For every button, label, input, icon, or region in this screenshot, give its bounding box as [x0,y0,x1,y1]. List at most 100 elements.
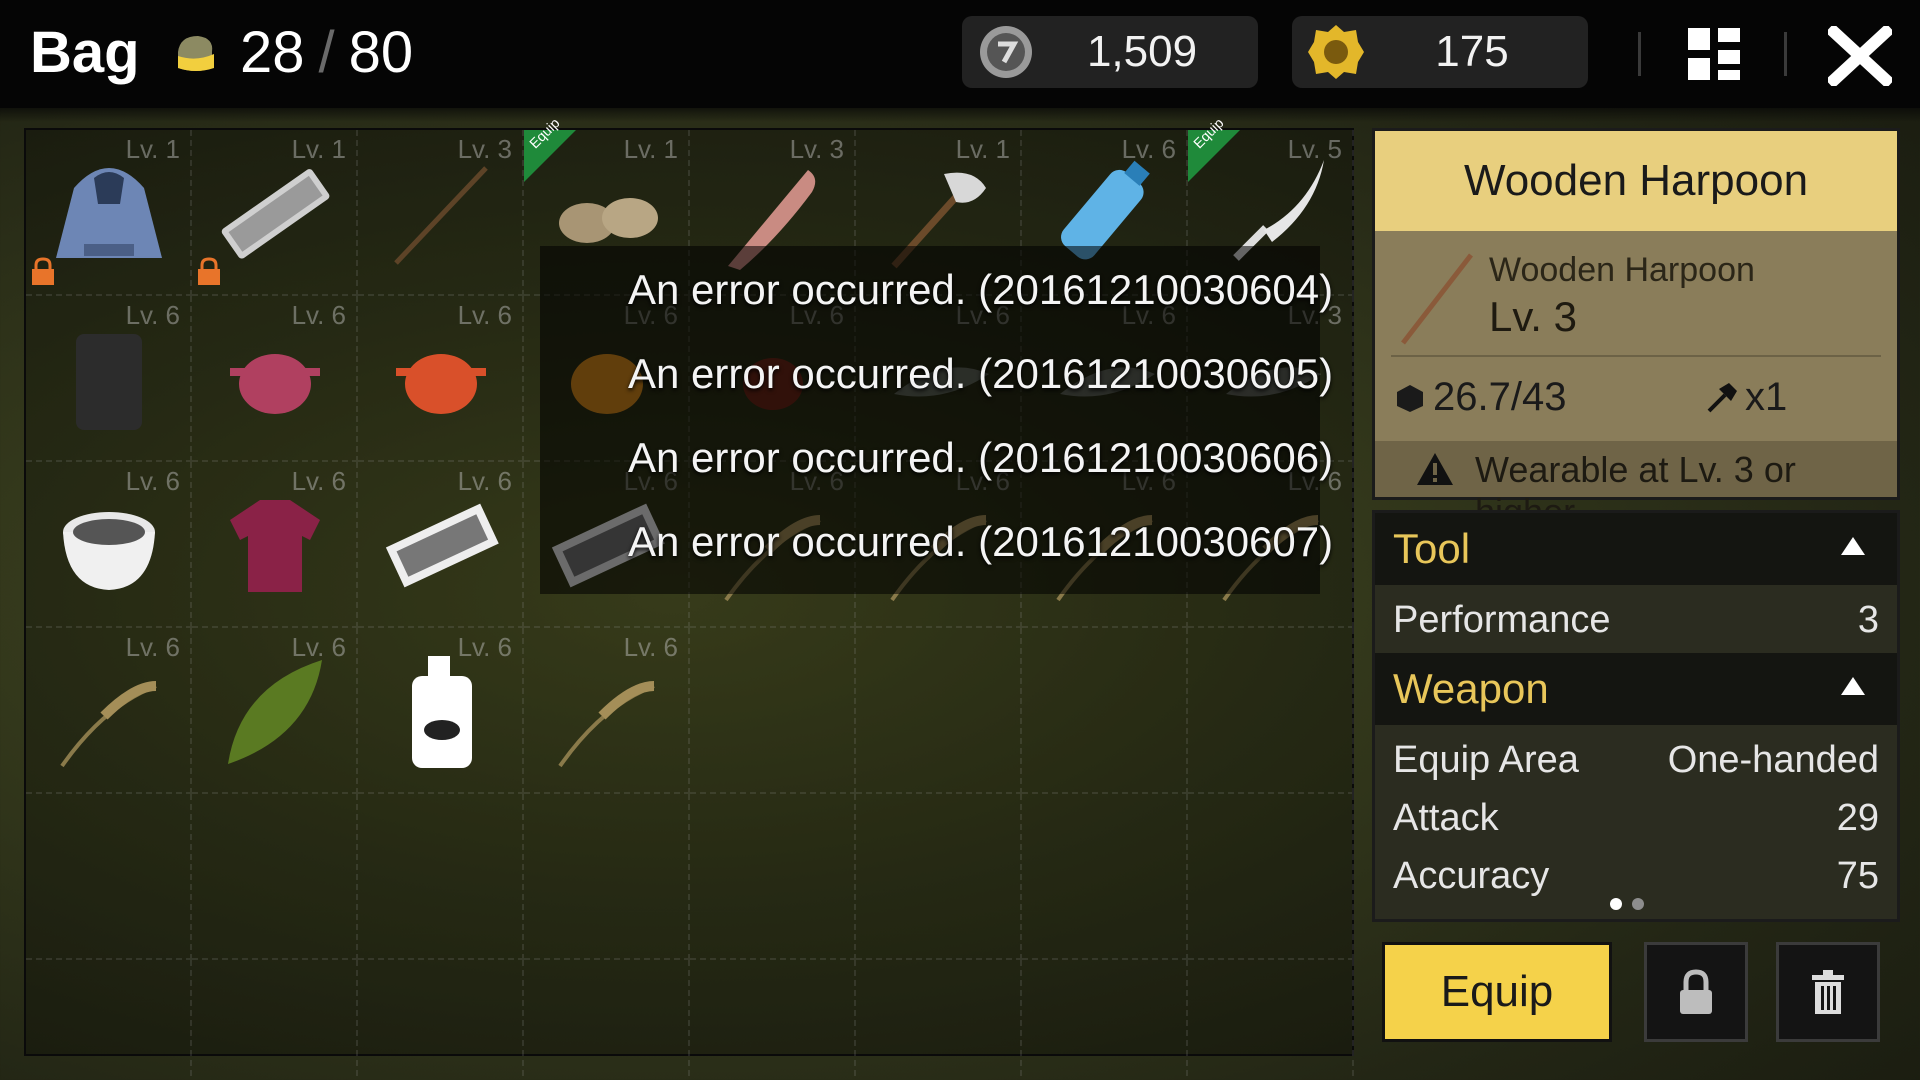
inventory-slot[interactable] [1188,960,1354,1080]
delete-button[interactable] [1776,942,1880,1042]
bag-icon [178,36,214,71]
inventory-slot[interactable]: Lv. 6 [26,462,192,628]
error-message: An error occurred. (20161210030604) [628,266,1334,313]
inventory-slot[interactable]: Lv. 3 [358,130,524,296]
gear-coin-icon [1308,25,1364,79]
inventory-slot[interactable] [856,628,1022,794]
inventory-slot[interactable]: Lv. 6 [192,462,358,628]
error-message: An error occurred. (20161210030606) [628,434,1334,481]
page-dot[interactable] [1610,898,1622,910]
inventory-slot[interactable]: Lv. 6 [26,628,192,794]
raspberry-icon [230,354,320,414]
stat-value: 29 [1836,797,1879,839]
weapon-section-header[interactable]: Weapon [1375,653,1897,725]
capacity-max: 80 [348,20,414,85]
divider [1784,32,1787,76]
currency2-value: 175 [1435,27,1509,76]
inventory-slot[interactable] [690,960,856,1080]
stat-row: Performance 3 [1393,599,1879,651]
inventory-slot[interactable] [856,960,1022,1080]
cloth-bag-icon [76,334,142,430]
inventory-slot[interactable]: Lv. 1 [192,130,358,296]
inventory-slot[interactable] [1188,628,1354,794]
requirement-bar: Wearable at Lv. 3 or higher [1375,441,1897,532]
inventory-slot[interactable] [358,794,524,960]
page-indicator [1610,898,1644,910]
error-message: An error occurred. (20161210030605) [628,350,1334,397]
capacity-separator: / [318,20,335,85]
stat-label: Attack [1393,797,1499,839]
stat-value: 3 [1857,599,1879,641]
stat-value: One-handed [1667,739,1879,781]
inventory-slot[interactable]: Lv. 6 [524,628,690,794]
lock-icon [32,257,54,285]
page-title: Bag [30,20,140,85]
inventory-slot[interactable]: Lv. 6 [358,628,524,794]
inventory-slot[interactable] [358,960,524,1080]
wheat-icon [60,681,157,768]
item-title: Wooden Harpoon [1463,156,1809,205]
tool-section-header[interactable]: Tool [1375,513,1897,585]
divider [1391,355,1881,357]
collapse-icon[interactable] [1841,537,1865,555]
divider [1638,32,1641,76]
inventory-slot[interactable] [1188,794,1354,960]
bleach-bottle-icon [412,656,472,768]
inventory-slot[interactable] [26,960,192,1080]
stat-row: Attack 29 [1393,797,1879,849]
lock-button[interactable] [1644,942,1748,1042]
lock-icon [1680,969,1712,1014]
inventory-slot[interactable] [1022,960,1188,1080]
equip-button[interactable]: Equip [1382,942,1612,1042]
keyboard-icon [221,169,330,259]
item-count: x1 [1705,375,1787,420]
inventory-slot[interactable] [26,794,192,960]
collapse-icon[interactable] [1841,677,1865,695]
item-stats-panel: Tool Performance 3 Weapon Equip Area One… [1372,510,1900,922]
inventory-slot[interactable] [524,794,690,960]
item-detail-header: Wooden Harpoon [1375,131,1897,231]
inventory-slot[interactable]: Lv. 6 [358,462,524,628]
cash-icon [385,503,499,588]
inventory-slot[interactable] [1022,794,1188,960]
inventory-slot[interactable]: Lv. 6 [358,296,524,462]
tunic-icon [230,500,320,592]
hammer-icon [1707,382,1737,412]
currency2-box: 175 [1292,16,1588,88]
bag-capacity: 28 / 80 [240,20,413,86]
page-dot[interactable] [1632,898,1644,910]
grid-view-icon[interactable] [1686,26,1742,82]
inventory-slot[interactable] [524,960,690,1080]
weapon-section-title: Weapon [1393,665,1549,712]
inventory-slot[interactable]: Lv. 6 [192,296,358,462]
stat-label: Equip Area [1393,739,1579,781]
bowl-icon [63,512,155,590]
coin-icon [980,26,1032,78]
capacity-current: 28 [240,20,305,85]
error-message: An error occurred. (20161210030607) [628,518,1334,565]
inventory-slot[interactable] [192,794,358,960]
item-weight: 26.7/43 [1395,375,1566,420]
wooden-harpoon-icon [394,166,488,265]
stat-row: Equip Area One-handed [1393,739,1879,791]
red-berry-icon [396,354,486,414]
error-toast-list: An error occurred. (20161210030604) An e… [540,246,1333,594]
stat-label: Performance [1393,599,1611,641]
currency1-box: 1,509 [962,16,1258,88]
inventory-slot[interactable] [192,960,358,1080]
weight-box-icon [1397,384,1423,412]
wheat-icon [558,681,655,768]
inventory-slot[interactable]: Lv. 1 [26,130,192,296]
item-weight-value: 26.7/43 [1433,375,1567,419]
inventory-slot[interactable]: Lv. 6 [26,296,192,462]
close-icon[interactable] [1828,26,1892,86]
inventory-slot[interactable] [1022,628,1188,794]
inventory-slot[interactable] [856,794,1022,960]
currency1-value: 1,509 [1086,27,1198,76]
trash-icon [1812,970,1844,1014]
inventory-slot[interactable] [690,628,856,794]
stat-label: Accuracy [1393,855,1550,897]
warning-icon [1417,453,1453,485]
inventory-slot[interactable] [690,794,856,960]
inventory-slot[interactable]: Lv. 6 [192,628,358,794]
